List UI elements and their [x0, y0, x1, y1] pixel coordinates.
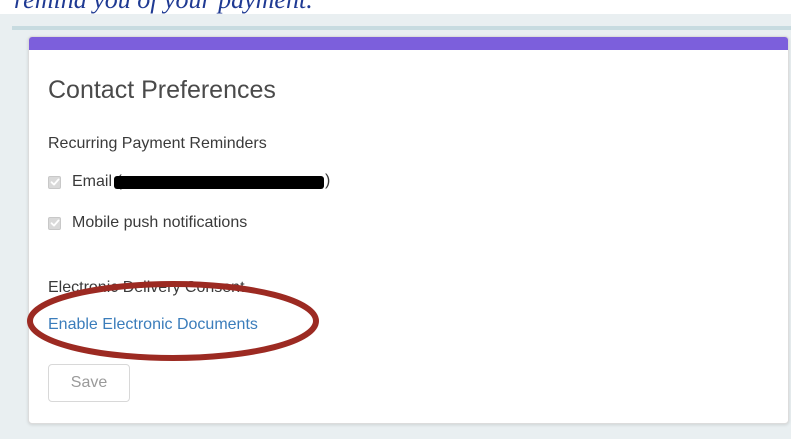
panel-top-rule	[12, 26, 791, 30]
email-checkbox[interactable]	[48, 175, 61, 189]
check-icon	[50, 178, 59, 186]
card-title: Contact Preferences	[48, 76, 276, 104]
push-checkbox-row[interactable]: Mobile push notifications	[48, 213, 247, 233]
page: remind you of your payment. Contact Pref…	[0, 0, 791, 439]
email-label-close-paren: )	[325, 172, 331, 189]
card-accent-bar	[29, 37, 788, 50]
email-checkbox-row[interactable]: Email (	[48, 172, 122, 192]
push-notifications-label: Mobile push notifications	[72, 214, 248, 231]
check-icon	[50, 219, 59, 227]
redacted-email-address	[114, 176, 324, 189]
top-caption-text: remind you of your payment.	[14, 0, 313, 15]
electronic-delivery-consent-label: Electronic Delivery Consent	[48, 279, 245, 296]
enable-electronic-documents-link[interactable]: Enable Electronic Documents	[48, 316, 258, 334]
recurring-reminders-label: Recurring Payment Reminders	[48, 135, 267, 152]
contact-preferences-card: Contact Preferences Recurring Payment Re…	[28, 36, 789, 424]
save-button[interactable]: Save	[48, 364, 130, 402]
push-notifications-checkbox[interactable]	[48, 216, 61, 230]
